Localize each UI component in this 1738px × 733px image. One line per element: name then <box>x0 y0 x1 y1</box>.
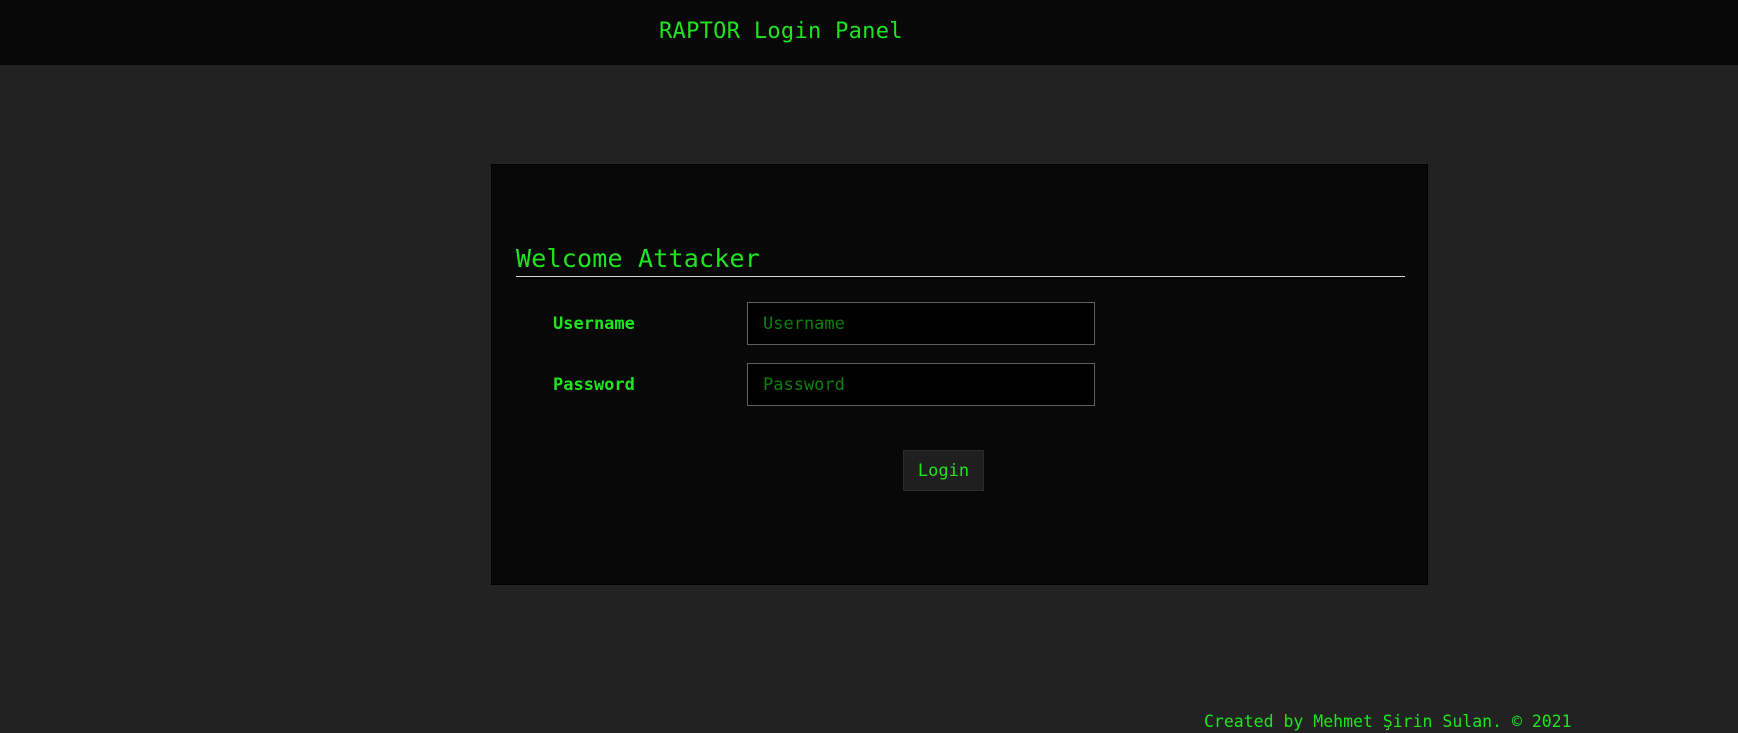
login-panel: Welcome Attacker Username Password Login <box>491 164 1428 585</box>
login-button[interactable]: Login <box>903 450 984 491</box>
password-input[interactable] <box>747 363 1095 406</box>
app-title: RAPTOR Login Panel <box>659 19 903 44</box>
password-label: Password <box>553 375 635 395</box>
heading-divider <box>516 276 1405 277</box>
welcome-heading: Welcome Attacker <box>516 244 761 273</box>
footer-credit: Created by Mehmet Şirin Sulan. © 2021 <box>1204 712 1572 731</box>
top-bar: RAPTOR Login Panel <box>0 0 1738 65</box>
username-label: Username <box>553 314 635 334</box>
username-input[interactable] <box>747 302 1095 345</box>
